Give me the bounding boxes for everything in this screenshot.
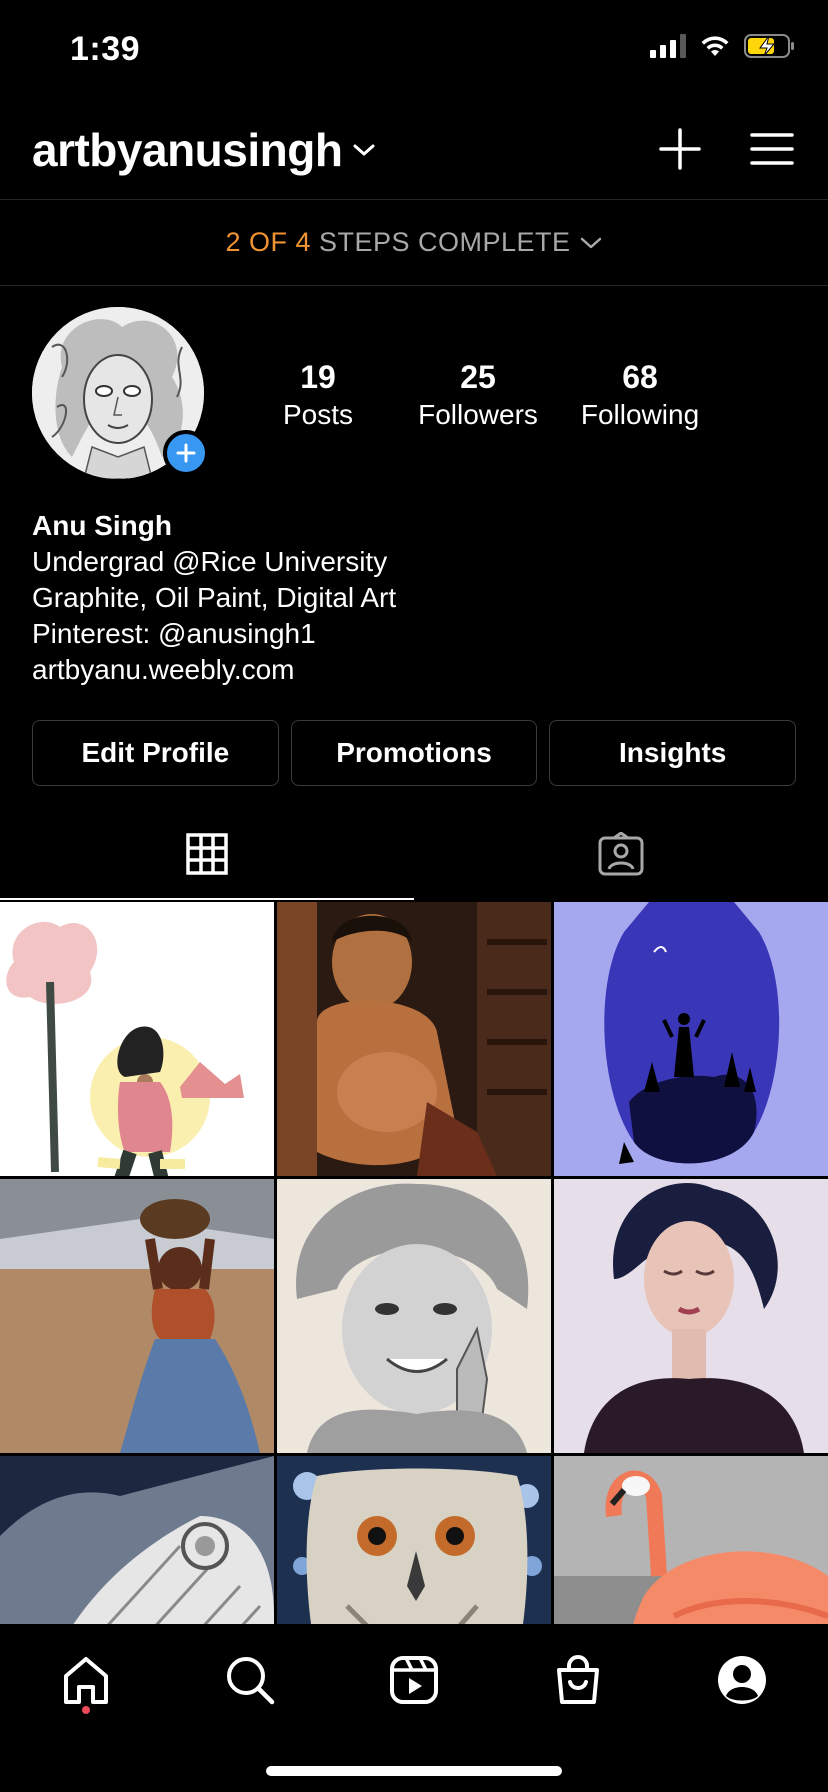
- nav-shop[interactable]: [548, 1650, 608, 1710]
- plus-icon: [176, 443, 196, 463]
- stat-posts[interactable]: 19 Posts: [240, 357, 396, 433]
- wifi-icon: [701, 36, 729, 56]
- chevron-down-icon: [580, 237, 601, 248]
- nav-home[interactable]: [56, 1650, 116, 1710]
- tab-posts-grid[interactable]: [0, 808, 414, 900]
- activity-dot: [82, 1706, 90, 1714]
- stat-following[interactable]: 68 Following: [560, 357, 720, 433]
- tab-tagged[interactable]: [414, 808, 828, 900]
- posts-grid: [0, 902, 828, 1624]
- bio-line: Graphite, Oil Paint, Digital Art: [32, 582, 397, 613]
- stat-label: Posts: [282, 399, 354, 430]
- steps-progress: 2 OF 4: [225, 227, 311, 257]
- stat-label: Following: [580, 399, 700, 430]
- insights-button[interactable]: Insights: [549, 720, 797, 786]
- status-icons: [650, 34, 796, 58]
- post-thumbnail[interactable]: [554, 902, 828, 1176]
- nav-search[interactable]: [220, 1650, 280, 1710]
- home-indicator: [266, 1766, 562, 1776]
- website-link[interactable]: artbyanu.weebly.com: [32, 652, 396, 688]
- display-name: Anu Singh: [32, 510, 172, 541]
- post-thumbnail[interactable]: [554, 1456, 828, 1624]
- search-icon: [227, 1657, 275, 1705]
- reels-icon: [390, 1656, 438, 1704]
- shop-icon: [557, 1655, 599, 1704]
- bio-line: Undergrad @Rice University: [32, 546, 388, 577]
- username: artbyanusingh: [32, 124, 343, 176]
- stat-value: 25: [460, 359, 496, 395]
- post-thumbnail[interactable]: [0, 1456, 274, 1624]
- post-thumbnail[interactable]: [0, 1179, 274, 1453]
- profile-icon: [718, 1656, 766, 1704]
- steps-label: STEPS COMPLETE: [318, 227, 571, 257]
- profile-actions: Edit Profile Promotions Insights: [32, 720, 797, 786]
- menu-icon[interactable]: [750, 131, 794, 167]
- stat-value: 68: [622, 359, 658, 395]
- profile-bio: Anu Singh Undergrad @Rice University Gra…: [32, 508, 396, 688]
- promotions-button[interactable]: Promotions: [290, 720, 538, 786]
- account-switcher[interactable]: artbyanusingh: [32, 123, 376, 177]
- tagged-icon: [598, 832, 644, 876]
- profile-header: artbyanusingh: [0, 105, 828, 200]
- post-thumbnail[interactable]: [277, 1456, 551, 1624]
- stat-value: 19: [300, 359, 336, 395]
- status-time: 1:39: [70, 30, 141, 68]
- grid-icon: [186, 833, 228, 875]
- profile-tabs: [0, 808, 828, 900]
- chevron-down-icon: [353, 144, 375, 156]
- nav-profile[interactable]: [712, 1650, 772, 1710]
- nav-reels[interactable]: [384, 1650, 444, 1710]
- profile-stats: 19 Posts 25 Followers 68 Following: [240, 357, 720, 433]
- post-thumbnail[interactable]: [277, 902, 551, 1176]
- signal-icon: [650, 34, 686, 58]
- home-icon: [64, 1657, 108, 1704]
- add-story-button[interactable]: [163, 430, 209, 476]
- battery-icon: [744, 34, 794, 58]
- bio-line: Pinterest: @anusingh1: [32, 618, 316, 649]
- status-bar: 1:39: [0, 0, 828, 100]
- stat-label: Followers: [418, 399, 538, 430]
- edit-profile-button[interactable]: Edit Profile: [32, 720, 279, 786]
- steps-banner[interactable]: 2 OF 4 STEPS COMPLETE: [0, 200, 828, 286]
- new-post-icon[interactable]: [658, 127, 702, 171]
- post-thumbnail[interactable]: [554, 1179, 828, 1453]
- post-thumbnail[interactable]: [277, 1179, 551, 1453]
- post-thumbnail[interactable]: [0, 902, 274, 1176]
- stat-followers[interactable]: 25 Followers: [396, 357, 560, 433]
